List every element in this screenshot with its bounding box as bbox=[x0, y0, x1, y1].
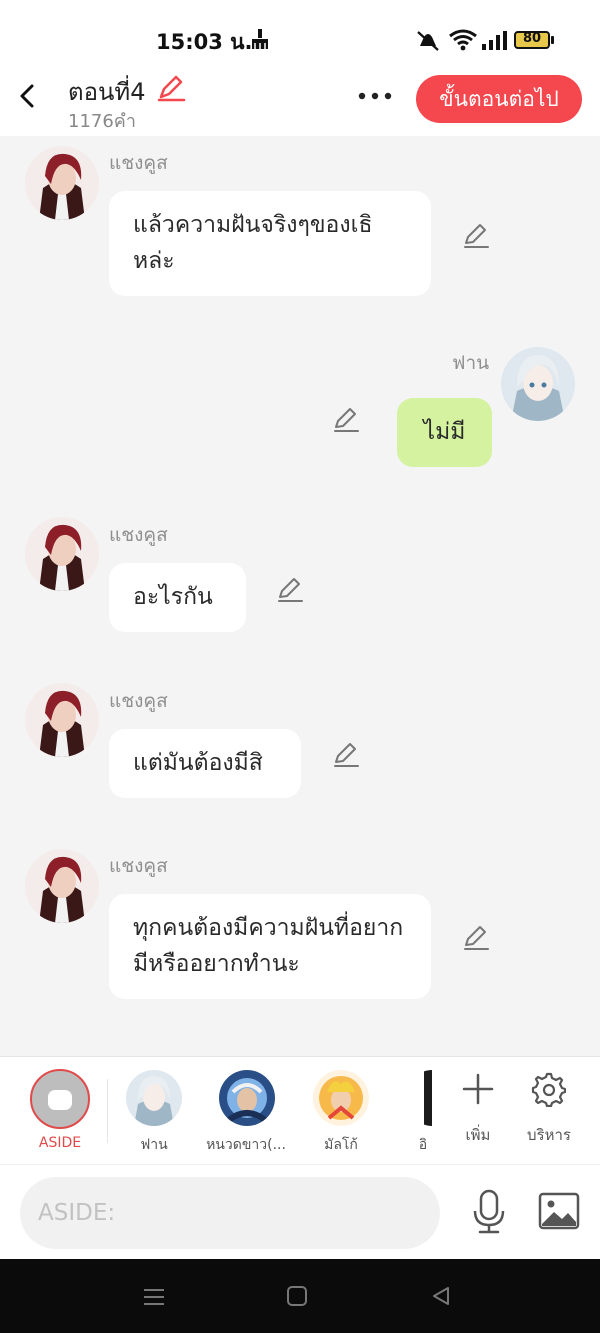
aside-button[interactable] bbox=[30, 1069, 90, 1129]
edit-message-icon[interactable] bbox=[462, 924, 490, 952]
message-input[interactable] bbox=[20, 1177, 440, 1249]
character-avatar-partial[interactable] bbox=[408, 1070, 432, 1126]
character-name: ฟาน bbox=[140, 1137, 168, 1153]
message-bubble[interactable]: ทุกคนต้องมีความฝันที่อยากมีหรืออยากทำนะ bbox=[109, 894, 431, 999]
status-bar: 15:03 น. 80 bbox=[0, 0, 600, 66]
shanks-portrait bbox=[25, 146, 99, 220]
character-avatar-marco[interactable] bbox=[313, 1070, 369, 1126]
battery-level: 80 bbox=[522, 31, 542, 46]
back-triangle-icon[interactable] bbox=[430, 1285, 452, 1307]
broom-icon bbox=[252, 29, 268, 49]
fan-portrait bbox=[126, 1070, 182, 1126]
signal-icon bbox=[482, 31, 507, 50]
aside-label: ASIDE bbox=[38, 1135, 82, 1151]
whitebeard-portrait bbox=[219, 1070, 275, 1126]
settings-gear-icon[interactable] bbox=[530, 1071, 566, 1107]
header: ตอนที่4 1176คำ ขั้นตอนต่อไป bbox=[0, 66, 600, 136]
add-label[interactable]: เพิ่ม bbox=[448, 1123, 508, 1147]
edit-message-icon[interactable] bbox=[332, 741, 360, 769]
fan-portrait bbox=[501, 347, 575, 421]
avatar-fan[interactable] bbox=[501, 347, 575, 421]
message-bubble[interactable]: ไม่มี bbox=[397, 398, 492, 467]
avatar-shanks[interactable] bbox=[25, 146, 99, 220]
word-count: 1176คำ bbox=[68, 111, 136, 132]
battery-cap bbox=[551, 36, 554, 44]
partial-portrait bbox=[424, 1070, 432, 1126]
marco-portrait bbox=[313, 1070, 369, 1126]
speaker-name: ฟาน bbox=[452, 352, 490, 374]
shanks-portrait bbox=[25, 683, 99, 757]
chat-area[interactable]: แชงคูส แล้วความฝันจริงๆของเธิหล่ะ ฟาน ไม… bbox=[0, 136, 600, 1056]
title-edit-icon[interactable] bbox=[156, 74, 186, 102]
shanks-portrait bbox=[25, 517, 99, 591]
manage-label[interactable]: บริหาร bbox=[518, 1123, 580, 1147]
home-icon[interactable] bbox=[286, 1285, 308, 1307]
speaker-name: แชงคูส bbox=[109, 855, 168, 877]
character-name: หนวดขาว(... bbox=[206, 1137, 286, 1153]
avatar-shanks[interactable] bbox=[25, 517, 99, 591]
divider bbox=[107, 1079, 108, 1143]
back-arrow-icon[interactable] bbox=[14, 82, 42, 110]
edit-message-icon[interactable] bbox=[276, 576, 304, 604]
avatar-shanks[interactable] bbox=[25, 849, 99, 923]
message-bubble[interactable]: แต่มันต้องมีสิ bbox=[109, 729, 301, 798]
add-character-icon[interactable] bbox=[462, 1073, 494, 1105]
system-nav-bar bbox=[0, 1259, 600, 1333]
speaker-name: แชงคูส bbox=[109, 524, 168, 546]
aside-bubble-icon bbox=[48, 1090, 72, 1110]
edit-message-icon[interactable] bbox=[332, 406, 360, 434]
message-bubble[interactable]: อะไรกัน bbox=[109, 563, 246, 632]
avatar-shanks[interactable] bbox=[25, 683, 99, 757]
character-bar: ASIDE ฟาน หนวดขาว(... มัลโก้ อิ เพิ่ม บร… bbox=[0, 1056, 600, 1164]
wifi-icon bbox=[449, 29, 477, 51]
shanks-portrait bbox=[25, 849, 99, 923]
recent-apps-icon[interactable] bbox=[142, 1285, 166, 1309]
message-bubble[interactable]: แล้วความฝันจริงๆของเธิหล่ะ bbox=[109, 191, 431, 296]
speaker-name: แชงคูส bbox=[109, 152, 168, 174]
character-avatar-fan[interactable] bbox=[126, 1070, 182, 1126]
microphone-icon[interactable] bbox=[470, 1189, 508, 1235]
speaker-name: แชงคูส bbox=[109, 690, 168, 712]
more-options-icon[interactable] bbox=[356, 86, 394, 106]
character-name: อิ bbox=[418, 1137, 428, 1153]
image-upload-icon[interactable] bbox=[538, 1192, 580, 1230]
status-time: 15:03 น. bbox=[156, 30, 253, 54]
edit-message-icon[interactable] bbox=[462, 222, 490, 250]
input-bar bbox=[0, 1164, 600, 1259]
character-name: มัลโก้ bbox=[324, 1137, 358, 1153]
mute-icon bbox=[417, 31, 439, 51]
next-step-button[interactable]: ขั้นตอนต่อไป bbox=[416, 75, 582, 123]
character-avatar-whitebeard[interactable] bbox=[219, 1070, 275, 1126]
